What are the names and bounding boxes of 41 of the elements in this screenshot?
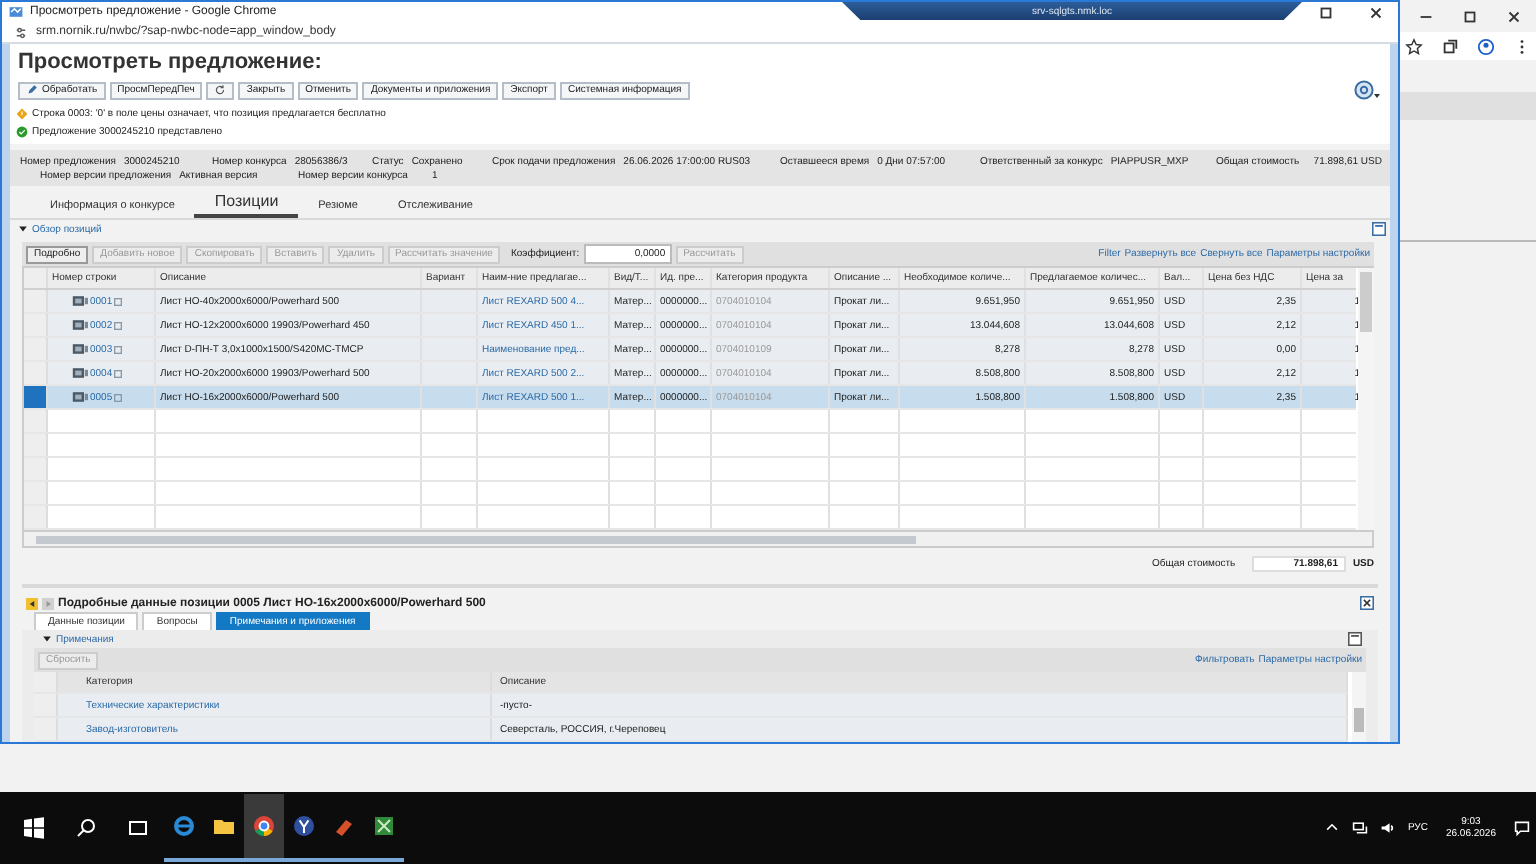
material-icon	[72, 390, 88, 404]
vertical-scrollbar[interactable]	[1352, 672, 1366, 742]
spreadsheet-icon[interactable]	[372, 814, 396, 838]
previous-arrow-icon[interactable]	[26, 597, 38, 609]
chrome-icon[interactable]	[252, 814, 276, 838]
next-arrow-icon[interactable]	[42, 597, 54, 609]
vertical-scrollbar[interactable]	[1358, 268, 1374, 530]
help-icon[interactable]	[1354, 80, 1382, 100]
close-icon[interactable]	[1360, 596, 1374, 610]
material-icon	[72, 294, 88, 308]
y-circle-icon[interactable]	[292, 814, 316, 838]
minimize-panel-icon[interactable]	[1372, 222, 1386, 236]
refresh-icon	[214, 84, 227, 96]
speaker-icon[interactable]	[1379, 820, 1396, 836]
pencil-icon	[26, 84, 38, 96]
horizontal-scrollbar[interactable]	[22, 530, 1374, 548]
task-view-icon[interactable]	[126, 816, 150, 840]
select-all-cell[interactable]	[34, 672, 58, 692]
chevron-up-icon[interactable]	[1323, 820, 1340, 836]
material-icon	[72, 318, 88, 332]
toolbar-strip	[1400, 92, 1536, 120]
network-icon[interactable]	[1351, 820, 1368, 836]
refresh-button[interactable]	[206, 81, 235, 99]
tab[interactable]: Позиции	[194, 192, 299, 218]
tabs-icon[interactable]	[1440, 37, 1460, 55]
folder-icon[interactable]	[212, 814, 236, 838]
browser-e-icon[interactable]	[172, 814, 196, 838]
success-icon	[16, 126, 28, 138]
material-icon	[72, 342, 88, 356]
start-icon[interactable]	[22, 816, 46, 840]
site-info-icon[interactable]	[14, 25, 28, 40]
page-title: Просмотреть предложение:	[10, 44, 1390, 78]
star-icon[interactable]	[1404, 37, 1424, 55]
search-icon[interactable]	[74, 816, 98, 840]
profile-icon[interactable]	[1476, 37, 1496, 55]
collapse-triangle-icon[interactable]	[18, 224, 28, 234]
collapse-triangle-icon[interactable]	[42, 634, 52, 644]
material-icon	[72, 366, 88, 380]
minimize-panel-icon[interactable]	[1348, 632, 1362, 646]
row-selector[interactable]	[24, 386, 48, 408]
notification-icon[interactable]	[1514, 820, 1530, 836]
